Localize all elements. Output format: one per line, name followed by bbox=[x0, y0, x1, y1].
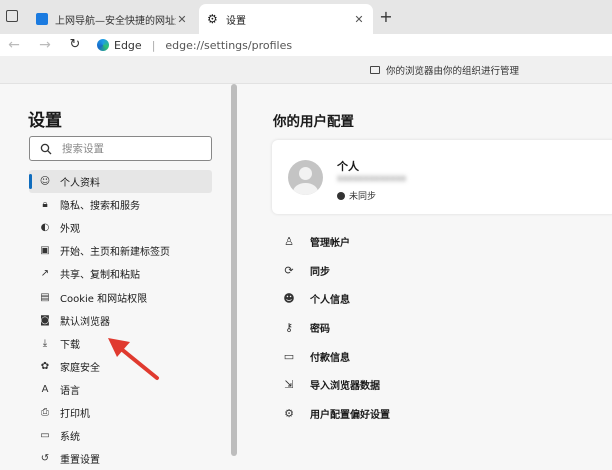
sidebar-item-label: 下载 bbox=[60, 339, 80, 351]
sidebar-item-label: 语言 bbox=[60, 385, 80, 397]
tab-title: 设置 bbox=[226, 15, 246, 27]
sidebar-item-start-home[interactable]: ▣ 开始、主页和新建标签页 bbox=[29, 239, 212, 262]
sidebar-item-label: 开始、主页和新建标签页 bbox=[60, 247, 170, 259]
sidebar-title: 设置 bbox=[28, 111, 62, 131]
new-tab-button[interactable]: + bbox=[376, 7, 396, 26]
sidebar-item-printers[interactable]: ⎙ 打印机 bbox=[29, 401, 212, 424]
briefcase-icon bbox=[369, 65, 380, 74]
sidebar-item-label: 家庭安全 bbox=[60, 362, 100, 374]
option-profile-preferences[interactable]: ⚙ 用户配置偏好设置 bbox=[282, 399, 602, 428]
key-icon: ⚷ bbox=[284, 320, 294, 334]
sidebar-item-label: 共享、复制和粘贴 bbox=[60, 270, 140, 282]
sidebar-item-label: 个人资料 bbox=[60, 178, 100, 190]
reset-icon: ↺ bbox=[40, 453, 50, 465]
forward-button[interactable]: → bbox=[37, 35, 53, 55]
sidebar-item-label: 打印机 bbox=[60, 408, 90, 420]
lock-icon: 🔒︎ bbox=[42, 199, 48, 211]
sidebar-item-system[interactable]: ▭ 系统 bbox=[29, 424, 212, 447]
family-icon: ✿ bbox=[40, 360, 50, 372]
option-personal-info[interactable]: ☻ 个人信息 bbox=[282, 284, 602, 313]
option-passwords[interactable]: ⚷ 密码 bbox=[282, 313, 602, 342]
notice-text: 你的浏览器由你的组织进行管理 bbox=[385, 65, 519, 77]
tab-navigation[interactable]: 上网导航—安全快捷的网址大全 ✕ bbox=[28, 4, 196, 34]
option-label: 管理帐户 bbox=[310, 237, 350, 249]
option-payment-info[interactable]: ▭ 付款信息 bbox=[282, 342, 602, 371]
language-icon: A bbox=[41, 383, 49, 395]
address-bar[interactable]: Edge | edge://settings/profiles bbox=[97, 34, 292, 56]
sync-status: 未同步 bbox=[337, 189, 376, 202]
option-import-data[interactable]: ⇲ 导入浏览器数据 bbox=[282, 370, 602, 399]
navigation-bar: ← → ↻ Edge | edge://settings/profiles bbox=[0, 34, 612, 56]
profile-prefs-icon: ⚙ bbox=[284, 406, 294, 420]
profile-email: xxxxxxxxxxxxx bbox=[337, 174, 407, 184]
sidebar-item-share[interactable]: ↗ 共享、复制和粘贴 bbox=[29, 262, 212, 285]
back-button[interactable]: ← bbox=[6, 35, 22, 55]
window-menu-icon[interactable] bbox=[6, 10, 18, 22]
main-content: 你的用户配置 个人 xxxxxxxxxxxxx 未同步 ♙ 管理帐户 ⟳ 同步 … bbox=[237, 84, 612, 465]
profile-card[interactable]: 个人 xxxxxxxxxxxxx 未同步 bbox=[272, 140, 612, 214]
sidebar-item-appearance[interactable]: ◐ 外观 bbox=[29, 216, 212, 239]
import-icon: ⇲ bbox=[284, 378, 294, 392]
sidebar-item-label: 重置设置 bbox=[60, 455, 100, 467]
sidebar-item-label: 默认浏览器 bbox=[60, 316, 110, 328]
sidebar-item-privacy[interactable]: 🔒︎ 隐私、搜索和服务 bbox=[29, 193, 212, 216]
sidebar-item-label: 隐私、搜索和服务 bbox=[60, 201, 140, 213]
profile-options: ♙ 管理帐户 ⟳ 同步 ☻ 个人信息 ⚷ 密码 ▭ 付款信息 ⇲ 导入浏览器数据… bbox=[282, 227, 602, 428]
download-icon: ⤓ bbox=[42, 337, 48, 349]
sidebar-item-label: Cookie 和网站权限 bbox=[60, 293, 148, 305]
sidebar-item-default-browser[interactable]: ◙ 默认浏览器 bbox=[29, 309, 212, 332]
sync-icon: ⟳ bbox=[284, 263, 294, 277]
tab-bar: 上网导航—安全快捷的网址大全 ✕ ⚙ 设置 ✕ + bbox=[0, 0, 612, 34]
option-label: 用户配置偏好设置 bbox=[310, 409, 390, 421]
search-box[interactable] bbox=[29, 136, 212, 161]
option-label: 个人信息 bbox=[310, 295, 350, 307]
address-separator: | bbox=[151, 38, 156, 52]
settings-sidebar: 设置 ☺ 个人资料 🔒︎ 隐私、搜索和服务 ◐ 外观 ▣ 开始、主页和新建标签页… bbox=[0, 84, 236, 466]
close-icon[interactable]: ✕ bbox=[176, 13, 188, 26]
printer-icon: ⎙ bbox=[41, 406, 49, 418]
gear-icon: ⚙ bbox=[207, 12, 218, 26]
tab-settings[interactable]: ⚙ 设置 ✕ bbox=[199, 4, 373, 34]
option-label: 同步 bbox=[310, 266, 330, 278]
card-icon: ▭ bbox=[283, 349, 295, 363]
sync-status-label: 未同步 bbox=[349, 192, 377, 202]
sidebar-item-cookies[interactable]: ▤ Cookie 和网站权限 bbox=[29, 285, 212, 308]
tab-title: 上网导航—安全快捷的网址大全 bbox=[55, 15, 176, 27]
personal-info-icon: ☻ bbox=[283, 292, 295, 306]
refresh-button[interactable]: ↻ bbox=[67, 35, 83, 55]
edge-logo-icon bbox=[97, 39, 109, 51]
page-title: 你的用户配置 bbox=[273, 114, 354, 130]
managed-notice[interactable]: 你的浏览器由你的组织进行管理 bbox=[0, 56, 612, 84]
sidebar-item-profiles[interactable]: ☺ 个人资料 bbox=[29, 170, 212, 194]
default-browser-icon: ◙ bbox=[40, 314, 50, 326]
search-icon bbox=[40, 143, 52, 154]
option-label: 密码 bbox=[310, 323, 330, 335]
sidebar-item-reset[interactable]: ↺ 重置设置 bbox=[29, 447, 212, 470]
sidebar-item-label: 外观 bbox=[60, 224, 80, 236]
close-icon[interactable]: ✕ bbox=[353, 13, 365, 26]
blue-shield-icon bbox=[36, 13, 48, 25]
search-input[interactable] bbox=[60, 141, 204, 156]
home-tab-icon: ▣ bbox=[40, 245, 50, 257]
option-label: 导入浏览器数据 bbox=[310, 381, 380, 393]
sync-off-icon bbox=[337, 191, 345, 200]
share-icon: ↗ bbox=[40, 268, 50, 280]
system-icon: ▭ bbox=[40, 430, 50, 442]
account-icon: ♙ bbox=[284, 234, 294, 248]
cookie-icon: ▤ bbox=[40, 291, 50, 303]
sidebar-item-label: 系统 bbox=[60, 432, 80, 444]
profile-name: 个人 bbox=[337, 160, 359, 173]
address-url: edge://settings/profiles bbox=[165, 38, 293, 52]
profile-icon: ☺ bbox=[39, 176, 51, 188]
appearance-icon: ◐ bbox=[40, 222, 50, 234]
address-brand: Edge bbox=[114, 38, 142, 52]
avatar bbox=[288, 160, 323, 195]
option-sync[interactable]: ⟳ 同步 bbox=[282, 256, 602, 285]
option-label: 付款信息 bbox=[310, 352, 350, 364]
option-manage-account[interactable]: ♙ 管理帐户 bbox=[282, 227, 602, 256]
sidebar-nav: ☺ 个人资料 🔒︎ 隐私、搜索和服务 ◐ 外观 ▣ 开始、主页和新建标签页 ↗ … bbox=[29, 170, 212, 470]
annotation-arrow-icon bbox=[108, 338, 159, 380]
